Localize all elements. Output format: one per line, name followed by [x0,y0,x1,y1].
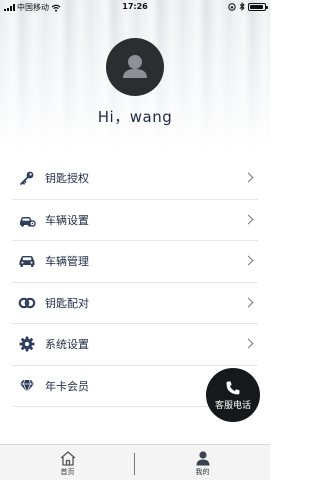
menu-item-label: 系统设置 [45,338,89,352]
menu-item-vehicle-settings[interactable]: 车辆设置 [12,200,258,241]
menu-item-key-pairing[interactable]: 钥匙配对 [12,283,258,324]
menu-item-vehicle-management[interactable]: 车辆管理 [12,241,258,283]
key-icon [17,168,37,188]
chevron-right-icon [243,297,254,307]
chevron-right-icon [243,172,254,183]
car-settings-icon [17,210,37,230]
diamond-icon [17,376,37,396]
user-greeting: Hi，wang [97,108,173,126]
bluetooth-icon [239,2,245,11]
menu-item-label: 车辆设置 [45,213,89,227]
chevron-right-icon [243,338,254,349]
phone-icon [226,381,240,394]
link-rings-icon [17,293,37,313]
tab-home-label: 首页 [60,468,75,476]
battery-icon [248,2,268,11]
menu-item-key-authorization[interactable]: 钥匙授权 [12,158,258,200]
bottom-tab-bar: 首页 我的 [0,444,270,480]
status-right [228,2,268,11]
user-avatar-icon [123,55,147,78]
avatar[interactable] [106,38,164,96]
chevron-right-icon [243,214,254,224]
tab-mine-label: 我的 [195,468,210,476]
user-icon [196,451,209,466]
customer-service-button[interactable]: 客服电话 [206,368,260,422]
chevron-right-icon [243,255,254,266]
menu-item-label: 年卡会员 [45,379,89,393]
tab-divider [134,453,135,475]
tab-mine[interactable]: 我的 [135,445,270,480]
gear-icon [17,334,37,354]
menu-item-label: 钥匙授权 [45,172,89,186]
menu-item-label: 钥匙配对 [45,296,89,310]
tab-home[interactable]: 首页 [0,445,135,480]
menu-item-label: 车辆管理 [45,255,89,269]
car-icon [17,251,37,271]
home-icon [60,451,75,466]
menu-item-system-settings[interactable]: 系统设置 [12,324,258,366]
status-bar: 中国移动 17:26 [0,0,270,14]
rotation-lock-icon [228,2,236,11]
customer-service-label: 客服电话 [214,400,251,411]
